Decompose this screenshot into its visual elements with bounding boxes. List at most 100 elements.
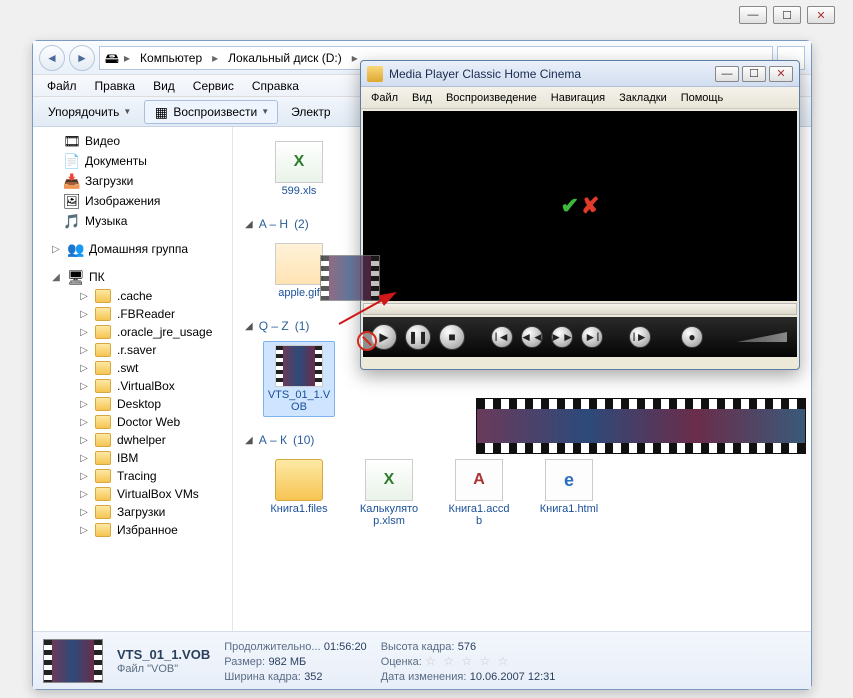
video-icon: 🎞 [63,133,79,149]
mpc-seekbar[interactable] [363,303,797,315]
sidebar-item-homegroup[interactable]: ▷👥Домашняя группа [33,239,232,259]
minimize-button[interactable]: — [739,6,767,24]
expand-icon[interactable]: ▷ [79,363,89,374]
expand-icon[interactable]: ▷ [79,327,89,338]
expand-icon[interactable]: ▷ [79,291,89,302]
step-button[interactable]: I► [629,326,651,348]
expand-icon[interactable]: ▷ [79,381,89,392]
forward-button[interactable]: ► [69,45,95,71]
folder-icon [95,505,111,519]
email-label: Электр [291,105,330,119]
sidebar-folder[interactable]: ▷.oracle_jre_usage [33,323,232,341]
file-item[interactable]: Книга1.accdb [443,455,515,531]
mpc-video-area[interactable]: ✔ ✘ [363,111,797,301]
expand-icon[interactable]: ▷ [51,244,61,255]
menu-file[interactable]: Файл [39,77,85,95]
group-label: A – H [259,217,288,231]
breadcrumb-drive[interactable]: Локальный диск (D:) [222,47,348,69]
expand-icon[interactable]: ▷ [79,453,89,464]
mpc-window: Media Player Classic Home Cinema — ☐ ✕ Ф… [360,60,800,370]
folder-icon [95,289,111,303]
maximize-button[interactable]: ☐ [742,66,766,82]
expand-icon[interactable]: ▷ [79,489,89,500]
expand-icon[interactable]: ▷ [79,417,89,428]
play-button[interactable]: ▦Воспроизвести▼ [144,100,278,124]
mpc-menu-view[interactable]: Вид [406,90,438,106]
group-count: (2) [294,217,309,231]
mpc-menu-bookmarks[interactable]: Закладки [613,90,673,106]
sidebar-folder[interactable]: ▷Загрузки [33,503,232,521]
prev-button[interactable]: I◄ [491,326,513,348]
sidebar-item-label: IBM [117,451,138,465]
music-icon: 🎵 [63,213,79,229]
sidebar-folder[interactable]: ▷.r.saver [33,341,232,359]
file-item[interactable]: Калькулятор.xlsm [353,455,425,531]
sidebar-folder[interactable]: ▷Избранное [33,521,232,539]
sidebar-folder[interactable]: ▷VirtualBox VMs [33,485,232,503]
sidebar-folder[interactable]: ▷Tracing [33,467,232,485]
sidebar-folder[interactable]: ▷.cache [33,287,232,305]
file-item[interactable]: VTS_01_1.VOB [263,341,335,417]
expand-icon[interactable]: ▷ [79,507,89,518]
pause-button[interactable]: ❚❚ [405,324,431,350]
document-icon: 📄 [63,153,79,169]
email-button[interactable]: Электр [282,101,339,123]
mute-button[interactable]: ● [681,326,703,348]
sidebar-folder[interactable]: ▷dwhelper [33,431,232,449]
next-button[interactable]: ►I [581,326,603,348]
mpc-menu-navigation[interactable]: Навигация [545,90,611,106]
sidebar-item-label: Документы [85,154,147,168]
file-item[interactable]: 599.xls [263,137,335,201]
organize-button[interactable]: Упорядочить▼ [39,101,140,123]
close-button[interactable]: ✕ [769,66,793,82]
expand-icon[interactable]: ▷ [79,471,89,482]
img-icon [275,243,323,285]
mpc-menu-file[interactable]: Файл [365,90,404,106]
menu-help[interactable]: Справка [244,77,307,95]
expand-icon[interactable]: ▷ [79,399,89,410]
collapse-icon[interactable]: ◢ [51,272,61,283]
close-button[interactable]: ✕ [807,6,835,24]
mpc-menu-playback[interactable]: Воспроизведение [440,90,543,106]
sidebar-folder[interactable]: ▷.FBReader [33,305,232,323]
mpc-titlebar[interactable]: Media Player Classic Home Cinema — ☐ ✕ [361,61,799,87]
group-label: А – К [259,433,287,447]
group-header[interactable]: ◢А – К(10) [245,433,799,447]
sidebar-folder[interactable]: ▷Doctor Web [33,413,232,431]
maximize-button[interactable]: ☐ [773,6,801,24]
navigation-pane[interactable]: 🎞Видео 📄 Документы 📥Загрузки 🖼Изображения… [33,127,233,631]
breadcrumb-computer[interactable]: Компьютер [134,47,208,69]
file-item[interactable]: Книга1.files [263,455,335,531]
sidebar-folder[interactable]: ▷.VirtualBox [33,377,232,395]
minimize-button[interactable]: — [715,66,739,82]
sidebar-item-pc[interactable]: ◢🖥ПК [33,267,232,287]
mpc-menu-help[interactable]: Помощь [675,90,730,106]
menu-view[interactable]: Вид [145,77,183,95]
stop-button[interactable]: ■ [439,324,465,350]
expand-icon[interactable]: ▷ [79,525,89,536]
sidebar-item-downloads[interactable]: 📥Загрузки [33,171,232,191]
menu-tools[interactable]: Сервис [185,77,242,95]
group-label: Q – Z [259,319,289,333]
play-label: Воспроизвести [173,105,257,119]
sidebar-folder[interactable]: ▷Desktop [33,395,232,413]
back-button[interactable]: ◄ [39,45,65,71]
volume-slider[interactable] [737,332,787,342]
folder-icon [275,459,323,501]
sidebar-folder[interactable]: ▷ IBM [33,449,232,467]
sidebar-item-pictures[interactable]: 🖼Изображения [33,191,232,211]
sidebar-item-documents[interactable]: 📄 Документы [33,151,232,171]
file-item[interactable]: apple.gif [263,239,335,303]
sidebar-item-videos[interactable]: 🎞Видео [33,131,232,151]
expand-icon[interactable]: ▷ [79,309,89,320]
menu-edit[interactable]: Правка [87,77,144,95]
rewind-button[interactable]: ◄◄ [521,326,543,348]
rating-stars[interactable]: ☆ ☆ ☆ ☆ ☆ [425,654,510,668]
chevron-right-icon: ▸ [210,51,220,65]
forward-button[interactable]: ►► [551,326,573,348]
sidebar-item-music[interactable]: 🎵Музыка [33,211,232,231]
expand-icon[interactable]: ▷ [79,435,89,446]
expand-icon[interactable]: ▷ [79,345,89,356]
file-item[interactable]: Книга1.html [533,455,605,531]
sidebar-folder[interactable]: ▷.swt [33,359,232,377]
